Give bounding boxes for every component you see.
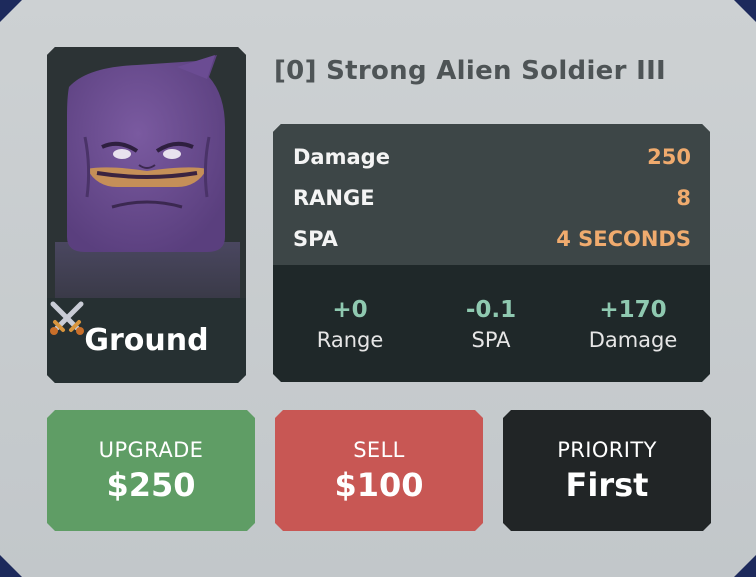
delta-label: Range [316,328,384,352]
delta-label: Damage [588,328,678,352]
stat-value: 4 SECONDS [556,227,691,251]
stat-row-spa: SPA 4 SECONDS [293,224,691,254]
upgrade-button-title: UPGRADE [98,437,204,462]
alien-soldier-portrait [47,47,246,298]
unit-info-panel: Ground [0] Strong Alien Soldier III Dama… [0,0,756,577]
stat-row-damage: Damage 250 [293,142,691,172]
current-stats-section: Damage 250 RANGE 8 SPA 4 SECONDS [273,124,710,265]
stat-label: RANGE [293,186,375,210]
upgrade-button[interactable]: UPGRADE $250 [47,410,255,531]
priority-button[interactable]: PRIORITY First [503,410,711,531]
stat-value: 8 [676,186,691,210]
delta-label: SPA [471,328,511,352]
upgrade-delta-range: +0 Range [280,296,420,354]
upgrade-delta-damage: +170 Damage [563,296,703,354]
stat-row-range: RANGE 8 [293,183,691,213]
crossed-swords-icon [47,298,87,338]
unit-portrait-card: Ground [47,47,246,383]
sell-button[interactable]: SELL $100 [275,410,483,531]
stat-label: Damage [293,145,390,169]
stats-card: Damage 250 RANGE 8 SPA 4 SECONDS +0 Rang… [273,124,710,382]
unit-type-label: Ground [84,323,209,358]
stat-label: SPA [293,227,338,251]
stat-value: 250 [647,145,691,169]
sell-value: $100 [334,465,424,504]
upgrade-cost: $250 [106,465,196,504]
unit-name-title: [0] Strong Alien Soldier III [274,56,667,86]
sell-button-title: SELL [353,437,405,462]
priority-value: First [565,465,649,504]
delta-value: -0.1 [465,297,517,323]
upgrade-delta-spa: -0.1 SPA [421,296,561,354]
priority-button-title: PRIORITY [557,437,657,462]
delta-value: +170 [599,297,667,323]
delta-value: +0 [332,297,368,323]
unit-type-badge: Ground [47,298,246,383]
